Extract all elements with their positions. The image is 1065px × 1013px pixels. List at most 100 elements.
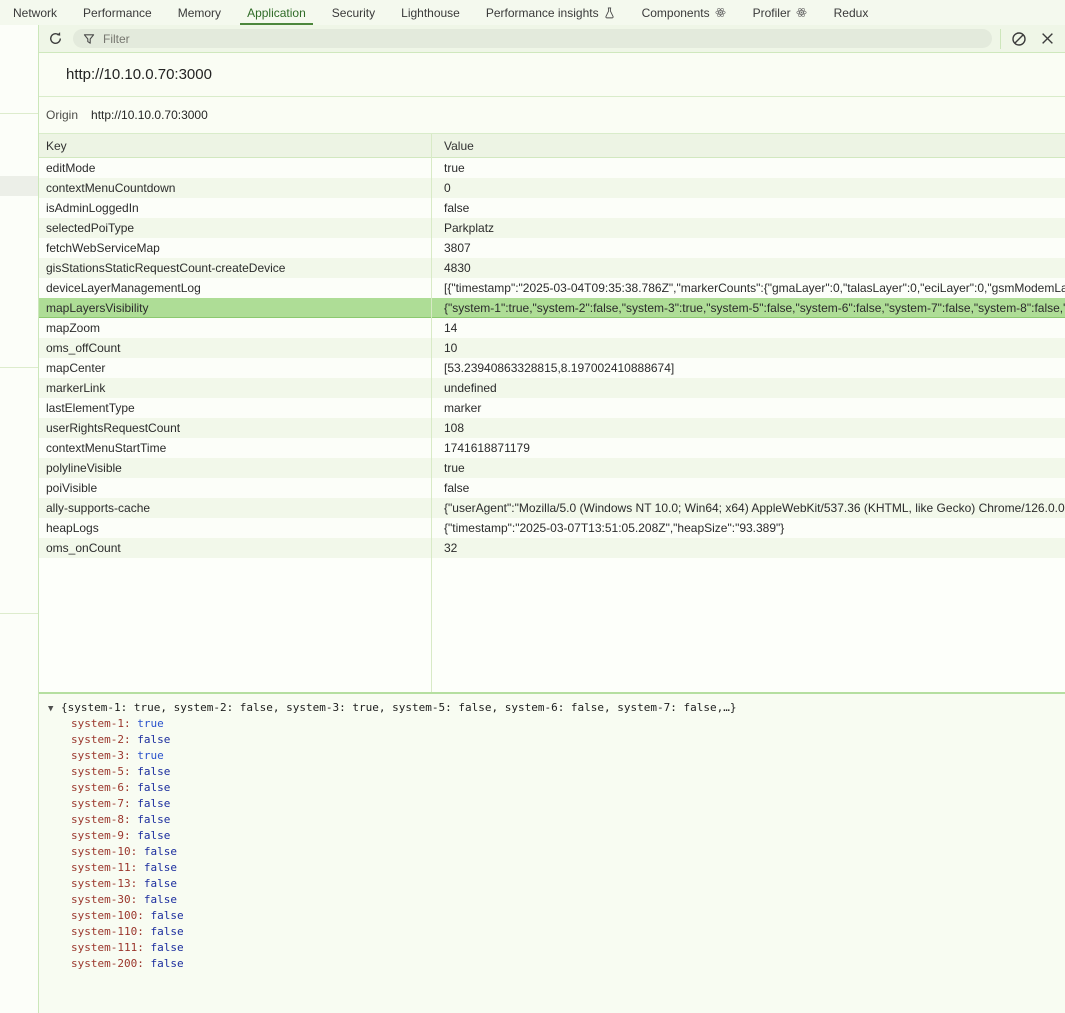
preview-entry-key: system-5: [71, 765, 137, 778]
expand-triangle-icon[interactable]: ▼ [48, 701, 61, 717]
table-row[interactable]: ally-supports-cache{"userAgent":"Mozilla… [39, 498, 1065, 518]
filter-box [73, 29, 992, 48]
tab-performance-insights[interactable]: Performance insights [473, 0, 629, 25]
clear-all-button[interactable] [1009, 29, 1029, 49]
tab-label: Performance insights [486, 6, 599, 20]
table-row[interactable]: poiVisiblefalse [39, 478, 1065, 498]
row-value: false [438, 198, 1065, 218]
row-key: lastElementType [39, 398, 438, 418]
value-preview-pane: ▼{system-1: true, system-2: false, syste… [39, 692, 1065, 1013]
row-value: {"system-1":true,"system-2":false,"syste… [438, 298, 1065, 317]
delete-selected-button[interactable] [1037, 29, 1057, 49]
row-key: selectedPoiType [39, 218, 438, 238]
preview-entry: system-10: false [48, 844, 1065, 860]
preview-entry: system-5: false [48, 764, 1065, 780]
table-row[interactable]: heapLogs{"timestamp":"2025-03-07T13:51:0… [39, 518, 1065, 538]
preview-entry: system-100: false [48, 908, 1065, 924]
tab-performance[interactable]: Performance [70, 0, 165, 25]
preview-entry-key: system-7: [71, 797, 137, 810]
row-value: 32 [438, 538, 1065, 558]
table-row[interactable]: gisStationsStaticRequestCount-createDevi… [39, 258, 1065, 278]
tab-lighthouse[interactable]: Lighthouse [388, 0, 473, 25]
table-row[interactable]: deviceLayerManagementLog[{"timestamp":"2… [39, 278, 1065, 298]
tab-label: Profiler [753, 6, 791, 20]
preview-entry-key: system-13: [71, 877, 144, 890]
row-key: oms_offCount [39, 338, 438, 358]
column-divider[interactable] [431, 134, 432, 692]
filter-funnel-icon [82, 32, 95, 45]
filter-input[interactable] [101, 31, 983, 47]
flask-icon [604, 7, 616, 19]
table-row[interactable]: editModetrue [39, 158, 1065, 178]
preview-entry-key: system-9: [71, 829, 137, 842]
tab-application[interactable]: Application [234, 0, 319, 25]
row-key: mapLayersVisibility [39, 298, 438, 317]
table-row[interactable]: lastElementTypemarker [39, 398, 1065, 418]
tab-network[interactable]: Network [0, 0, 70, 25]
tab-security[interactable]: Security [319, 0, 388, 25]
preview-entry: system-110: false [48, 924, 1065, 940]
preview-entry: system-9: false [48, 828, 1065, 844]
row-key: deviceLayerManagementLog [39, 278, 438, 298]
preview-entry: system-2: false [48, 732, 1065, 748]
table-row[interactable]: isAdminLoggedInfalse [39, 198, 1065, 218]
row-value: {"userAgent":"Mozilla/5.0 (Windows NT 10… [438, 498, 1065, 518]
table-row[interactable]: oms_offCount10 [39, 338, 1065, 358]
row-value: 10 [438, 338, 1065, 358]
table-row[interactable]: mapLayersVisibility{"system-1":true,"sys… [39, 298, 1065, 318]
row-value: 3807 [438, 238, 1065, 258]
preview-entry: system-13: false [48, 876, 1065, 892]
table-row[interactable]: contextMenuCountdown0 [39, 178, 1065, 198]
refresh-button[interactable] [45, 29, 65, 49]
table-row[interactable]: selectedPoiTypeParkplatz [39, 218, 1065, 238]
origin-label: Origin [46, 108, 78, 122]
row-key: gisStationsStaticRequestCount-createDevi… [39, 258, 438, 278]
column-header-value[interactable]: Value [438, 134, 1065, 157]
preview-entry-value: false [137, 733, 170, 746]
row-key: isAdminLoggedIn [39, 198, 438, 218]
table-row[interactable]: oms_onCount32 [39, 538, 1065, 558]
tab-bar: Network PerformanceMemoryApplication Secur… [0, 0, 1065, 26]
table-row[interactable]: mapZoom14 [39, 318, 1065, 338]
row-key: polylineVisible [39, 458, 438, 478]
row-value: false [438, 478, 1065, 498]
row-value: 1741618871179 [438, 438, 1065, 458]
row-key: oms_onCount [39, 538, 438, 558]
tab-components[interactable]: Components [629, 0, 740, 25]
row-value: Parkplatz [438, 218, 1065, 238]
tab-label: Network [13, 6, 57, 20]
preview-summary: ▼{system-1: true, system-2: false, syste… [48, 700, 1065, 716]
row-key: markerLink [39, 378, 438, 398]
tab-label: Redux [834, 6, 869, 20]
row-key: fetchWebServiceMap [39, 238, 438, 258]
preview-entry: system-7: false [48, 796, 1065, 812]
preview-entry-key: system-110: [71, 925, 150, 938]
table-row[interactable]: mapCenter[53.23940863328815,8.1970024108… [39, 358, 1065, 378]
preview-entry-value: true [137, 717, 164, 730]
preview-entry: system-6: false [48, 780, 1065, 796]
row-key: userRightsRequestCount [39, 418, 438, 438]
table-row[interactable]: fetchWebServiceMap3807 [39, 238, 1065, 258]
preview-entry-value: false [137, 797, 170, 810]
devtools-window: Network PerformanceMemoryApplication Secur… [0, 0, 1065, 1013]
table-row[interactable]: markerLinkundefined [39, 378, 1065, 398]
table-row[interactable]: userRightsRequestCount108 [39, 418, 1065, 438]
tab-label: Security [332, 6, 375, 20]
preview-entry-value: false [137, 781, 170, 794]
preview-entry-key: system-8: [71, 813, 137, 826]
table-row[interactable]: contextMenuStartTime1741618871179 [39, 438, 1065, 458]
sidebar-selected-item[interactable] [0, 176, 38, 196]
preview-entry-key: system-1: [71, 717, 137, 730]
row-key: ally-supports-cache [39, 498, 438, 518]
sidebar-strip [0, 25, 39, 1013]
preview-entry-value: false [137, 829, 170, 842]
table-row[interactable]: polylineVisibletrue [39, 458, 1065, 478]
storage-panel: http://10.10.0.70:3000 Origin http://10.… [39, 25, 1065, 1013]
tab-redux[interactable]: Redux [821, 0, 882, 25]
tab-memory[interactable]: Memory [165, 0, 234, 25]
column-header-key[interactable]: Key [39, 134, 438, 157]
tab-profiler[interactable]: Profiler [740, 0, 821, 25]
preview-entry-value: false [144, 877, 177, 890]
origin-row: Origin http://10.10.0.70:3000 [39, 97, 1065, 134]
preview-entry-key: system-3: [71, 749, 137, 762]
